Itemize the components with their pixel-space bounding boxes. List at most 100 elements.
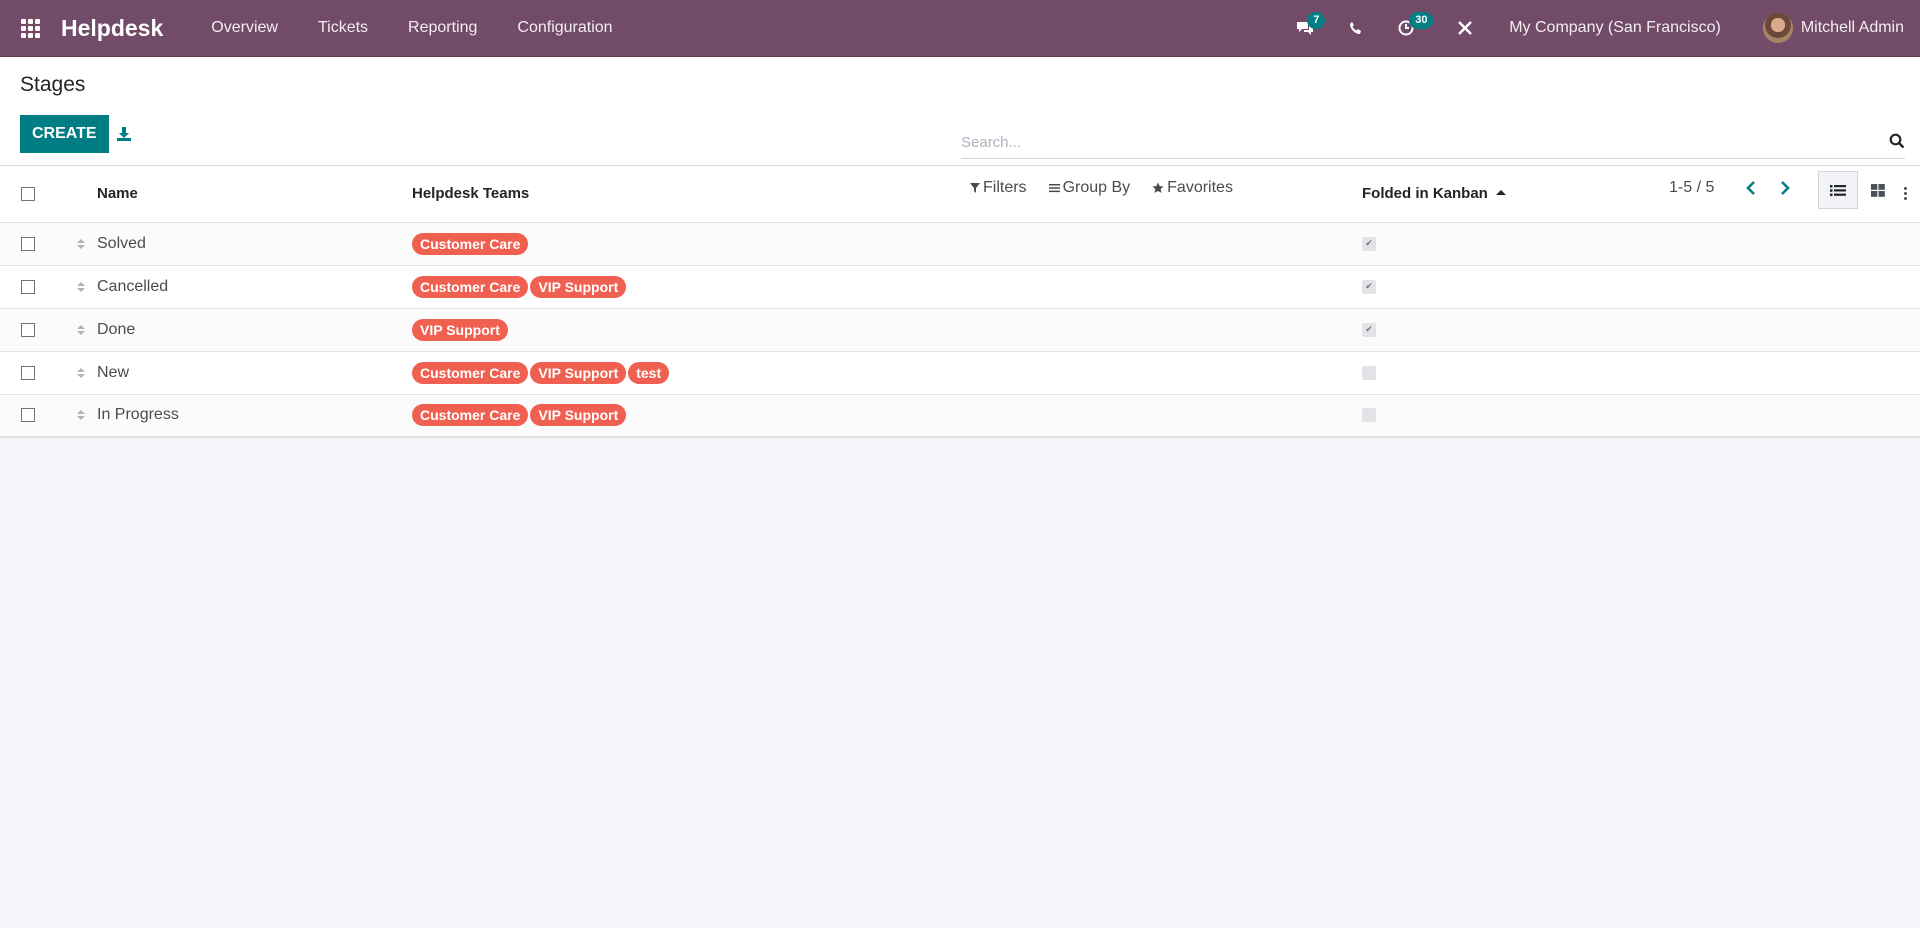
stage-name[interactable]: New	[95, 351, 408, 395]
create-button[interactable]: CREATE	[20, 115, 109, 153]
chevron-left-icon	[1746, 181, 1756, 195]
debug-tools-button[interactable]	[1443, 0, 1487, 57]
group-by-label: Group By	[1062, 179, 1131, 196]
stage-name[interactable]: Cancelled	[95, 265, 408, 309]
filters-label: Filters	[983, 179, 1027, 196]
folded-cell	[1353, 351, 1890, 395]
list-view-button[interactable]	[1818, 171, 1858, 209]
team-tag: VIP Support	[530, 361, 627, 384]
app-brand[interactable]: Helpdesk	[61, 15, 163, 42]
folded-checkbox: ✔	[1362, 279, 1376, 294]
sort-ascending-icon	[1495, 189, 1506, 195]
avatar	[1762, 13, 1793, 43]
user-menu[interactable]: Mitchell Admin	[1745, 13, 1920, 43]
menu-tickets[interactable]: Tickets	[298, 0, 388, 57]
folded-cell: ✔	[1353, 222, 1890, 266]
folded-cell	[1353, 394, 1890, 438]
drag-handle-icon[interactable]	[67, 281, 95, 292]
column-header-folded-label: Folded in Kanban	[1362, 185, 1488, 203]
folded-checkbox: ✔	[1362, 236, 1376, 251]
folded-checkbox: ✔	[1362, 322, 1376, 337]
row-checkbox[interactable]	[21, 408, 35, 423]
pager-value[interactable]: 1-5 / 5	[1669, 179, 1714, 197]
favorites-label: Favorites	[1167, 179, 1233, 196]
bars-icon	[1048, 184, 1060, 193]
activities-badge: 30	[1409, 11, 1434, 29]
chevron-right-icon	[1781, 181, 1791, 195]
row-checkbox[interactable]	[21, 322, 35, 337]
team-tag: Customer Care	[412, 275, 529, 298]
team-tag: VIP Support	[530, 404, 627, 427]
filter-icon	[970, 183, 980, 193]
group-by-button[interactable]: Group By	[1048, 179, 1131, 197]
stage-name[interactable]: Solved	[95, 222, 408, 266]
team-tag: VIP Support	[412, 318, 508, 341]
favorites-button[interactable]: Favorites	[1152, 179, 1233, 197]
stages-table: Name Helpdesk Teams Folded in Kanban Sol…	[0, 166, 1920, 438]
tools-icon	[1458, 21, 1473, 35]
phone-button[interactable]	[1335, 0, 1377, 57]
drag-handle-icon[interactable]	[67, 324, 95, 335]
helpdesk-teams-cell[interactable]: Customer Care VIP Support	[408, 394, 1353, 438]
menu-configuration[interactable]: Configuration	[497, 0, 632, 57]
menu-reporting[interactable]: Reporting	[388, 0, 497, 57]
team-tag: test	[628, 361, 670, 384]
team-tag: Customer Care	[412, 404, 529, 427]
company-switcher[interactable]: My Company (San Francisco)	[1487, 19, 1745, 37]
team-tag: VIP Support	[530, 275, 627, 298]
drag-handle-icon[interactable]	[67, 367, 95, 378]
row-checkbox[interactable]	[21, 365, 35, 380]
table-row[interactable]: In Progress Customer Care VIP Support	[0, 394, 1920, 438]
helpdesk-teams-cell[interactable]: Customer Care VIP Support	[408, 265, 1353, 309]
messages-button[interactable]: 7	[1281, 0, 1329, 57]
page-title: Stages	[20, 73, 86, 96]
stage-name[interactable]: In Progress	[95, 394, 408, 438]
team-tag: Customer Care	[412, 361, 529, 384]
export-button[interactable]	[114, 123, 134, 145]
kanban-view-button[interactable]	[1858, 171, 1898, 209]
activities-button[interactable]: 30	[1383, 0, 1434, 57]
row-checkbox[interactable]	[21, 279, 35, 294]
apps-menu-icon[interactable]	[0, 0, 60, 57]
star-icon	[1152, 182, 1164, 193]
table-row[interactable]: New Customer Care VIP Support test	[0, 351, 1920, 395]
messages-badge: 7	[1307, 11, 1326, 29]
search-input[interactable]	[961, 125, 1861, 151]
select-all-checkbox[interactable]	[21, 186, 35, 201]
table-header-row: Name Helpdesk Teams Folded in Kanban	[0, 166, 1920, 223]
table-row[interactable]: Solved Customer Care ✔	[0, 222, 1920, 266]
phone-icon	[1350, 22, 1362, 34]
folded-checkbox	[1362, 365, 1376, 380]
helpdesk-teams-cell[interactable]: VIP Support	[408, 308, 1353, 352]
folded-cell: ✔	[1353, 265, 1890, 309]
search-options: Filters Group By Favorites	[970, 179, 1233, 197]
view-switcher	[1818, 171, 1898, 209]
folded-cell: ✔	[1353, 308, 1890, 352]
list-view: Name Helpdesk Teams Folded in Kanban Sol…	[0, 166, 1920, 438]
control-panel: Stages CREATE Filters Group By Favorites…	[0, 57, 1920, 209]
column-header-folded[interactable]: Folded in Kanban	[1353, 166, 1890, 223]
stage-name[interactable]: Done	[95, 308, 408, 352]
top-navbar: Helpdesk Overview Tickets Reporting Conf…	[0, 0, 1920, 57]
list-icon	[1830, 184, 1846, 196]
helpdesk-teams-cell[interactable]: Customer Care	[408, 222, 1353, 266]
search-icon[interactable]	[1889, 133, 1905, 153]
pager-next-button[interactable]	[1768, 178, 1802, 198]
folded-checkbox	[1362, 408, 1376, 423]
drag-handle-icon[interactable]	[67, 238, 95, 249]
filters-button[interactable]: Filters	[970, 179, 1027, 197]
helpdesk-teams-cell[interactable]: Customer Care VIP Support test	[408, 351, 1353, 395]
download-icon	[117, 127, 131, 141]
team-tag: Customer Care	[412, 232, 529, 255]
table-row[interactable]: Done VIP Support ✔	[0, 308, 1920, 352]
pager-previous-button[interactable]	[1734, 178, 1768, 198]
drag-handle-icon[interactable]	[67, 410, 95, 421]
user-name: Mitchell Admin	[1800, 19, 1904, 36]
table-row[interactable]: Cancelled Customer Care VIP Support ✔	[0, 265, 1920, 309]
menu-overview[interactable]: Overview	[191, 0, 298, 57]
kanban-icon	[1871, 183, 1885, 197]
pager: 1-5 / 5	[1669, 178, 1802, 198]
row-checkbox[interactable]	[21, 236, 35, 251]
column-header-name[interactable]: Name	[95, 166, 408, 223]
search-bar	[961, 125, 1905, 159]
